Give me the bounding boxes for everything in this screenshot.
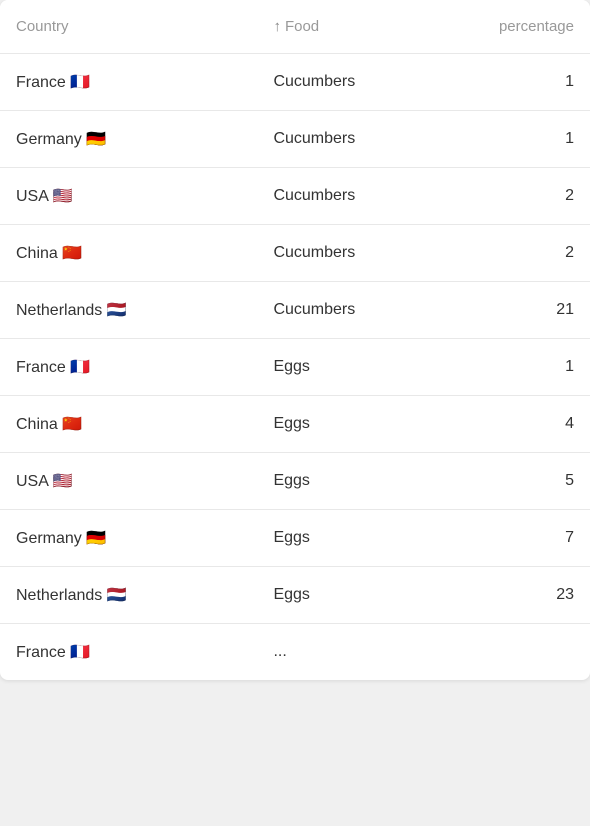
cell-percentage: [445, 624, 590, 681]
percentage-header-label: percentage: [499, 18, 574, 35]
cell-percentage: 2: [445, 225, 590, 282]
food-header-label: Food: [285, 18, 319, 35]
cell-percentage: 7: [445, 510, 590, 567]
table-row: France 🇫🇷...: [0, 624, 590, 681]
cell-percentage: 5: [445, 453, 590, 510]
cell-food: Eggs: [257, 567, 445, 624]
column-header-percentage[interactable]: percentage: [445, 0, 590, 54]
cell-percentage: 4: [445, 396, 590, 453]
column-header-country[interactable]: Country: [0, 0, 257, 54]
cell-country: China 🇨🇳: [0, 396, 257, 453]
cell-food: Cucumbers: [257, 54, 445, 111]
cell-percentage: 1: [445, 54, 590, 111]
table-row: USA 🇺🇸Cucumbers2: [0, 168, 590, 225]
table-scroll-area[interactable]: Country ↑Food percentage France 🇫🇷Cucumb…: [0, 0, 590, 680]
cell-food: ...: [257, 624, 445, 681]
table-header-row: Country ↑Food percentage: [0, 0, 590, 54]
cell-percentage: 21: [445, 282, 590, 339]
cell-food: Cucumbers: [257, 111, 445, 168]
cell-percentage: 23: [445, 567, 590, 624]
table-row: France 🇫🇷Cucumbers1: [0, 54, 590, 111]
table-row: China 🇨🇳Cucumbers2: [0, 225, 590, 282]
cell-food: Eggs: [257, 339, 445, 396]
table-row: USA 🇺🇸Eggs5: [0, 453, 590, 510]
table-row: Germany 🇩🇪Eggs7: [0, 510, 590, 567]
cell-country: USA 🇺🇸: [0, 453, 257, 510]
food-sort-arrow: ↑: [273, 18, 281, 35]
cell-country: China 🇨🇳: [0, 225, 257, 282]
cell-food: Cucumbers: [257, 168, 445, 225]
cell-food: Eggs: [257, 510, 445, 567]
cell-country: Germany 🇩🇪: [0, 111, 257, 168]
cell-percentage: 2: [445, 168, 590, 225]
country-header-label: Country: [16, 18, 69, 35]
cell-country: Germany 🇩🇪: [0, 510, 257, 567]
cell-food: Eggs: [257, 453, 445, 510]
cell-country: Netherlands 🇳🇱: [0, 567, 257, 624]
cell-country: USA 🇺🇸: [0, 168, 257, 225]
cell-percentage: 1: [445, 111, 590, 168]
cell-food: Eggs: [257, 396, 445, 453]
cell-country: France 🇫🇷: [0, 339, 257, 396]
table-row: Netherlands 🇳🇱Cucumbers21: [0, 282, 590, 339]
food-table: Country ↑Food percentage France 🇫🇷Cucumb…: [0, 0, 590, 680]
table-row: China 🇨🇳Eggs4: [0, 396, 590, 453]
cell-country: France 🇫🇷: [0, 624, 257, 681]
cell-percentage: 1: [445, 339, 590, 396]
table-row: Germany 🇩🇪Cucumbers1: [0, 111, 590, 168]
cell-food: Cucumbers: [257, 282, 445, 339]
column-header-food[interactable]: ↑Food: [257, 0, 445, 54]
table-row: France 🇫🇷Eggs1: [0, 339, 590, 396]
table-row: Netherlands 🇳🇱Eggs23: [0, 567, 590, 624]
cell-food: Cucumbers: [257, 225, 445, 282]
cell-country: Netherlands 🇳🇱: [0, 282, 257, 339]
data-table: Country ↑Food percentage France 🇫🇷Cucumb…: [0, 0, 590, 680]
cell-country: France 🇫🇷: [0, 54, 257, 111]
